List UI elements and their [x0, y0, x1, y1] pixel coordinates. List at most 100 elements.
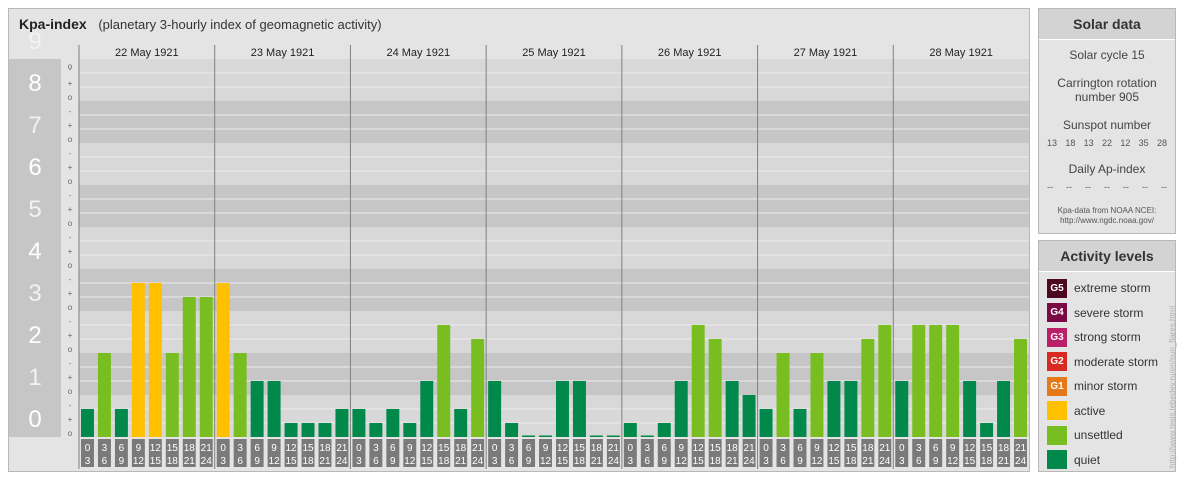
kp-bar [403, 423, 417, 437]
legend-item-minor-storm: G1 minor storm [1039, 374, 1175, 399]
interval-start-label: 6 [797, 443, 803, 454]
interval-start-label: 0 [899, 443, 905, 454]
interval-end-label: 18 [167, 456, 179, 467]
interval-start-label: 0 [763, 443, 769, 454]
y-minor-tick-label: o [68, 219, 73, 228]
interval-end-label: 24 [472, 456, 484, 467]
kp-bar [267, 381, 281, 437]
kp-bar [182, 297, 196, 437]
kp-bar [216, 282, 230, 437]
interval-end-label: 18 [438, 456, 450, 467]
interval-start-label: 3 [780, 443, 786, 454]
kp-bar [674, 381, 688, 437]
interval-end-label: 21 [862, 456, 874, 467]
legend-label: quiet [1074, 452, 1101, 467]
interval-end-label: 24 [1015, 456, 1027, 467]
y-minor-tick-label: - [69, 317, 72, 326]
interval-end-label: 12 [540, 456, 552, 467]
kp-bar [454, 408, 468, 437]
kp-bar [539, 435, 552, 437]
interval-start-label: 18 [184, 443, 196, 454]
interval-start-label: 21 [879, 443, 891, 454]
day-label: 27 May 1921 [794, 47, 858, 59]
interval-end-label: 24 [201, 456, 213, 467]
kp-bar [488, 381, 502, 437]
interval-end-label: 6 [645, 456, 651, 467]
interval-start-label: 6 [390, 443, 396, 454]
interval-start-label: 21 [201, 443, 213, 454]
interval-start-label: 0 [492, 443, 498, 454]
interval-start-label: 18 [591, 443, 603, 454]
kp-bar [420, 381, 434, 437]
interval-start-label: 18 [727, 443, 739, 454]
kp-bar [980, 423, 994, 437]
interval-start-label: 21 [472, 443, 484, 454]
interval-start-label: 18 [319, 443, 331, 454]
kp-bar [776, 353, 790, 437]
kp-bar [810, 353, 824, 437]
interval-start-label: 12 [285, 443, 297, 454]
y-minor-tick-label: o [68, 345, 73, 354]
interval-end-label: 3 [220, 456, 226, 467]
kp-band [79, 143, 1029, 185]
sunspot-value: 18 [1065, 138, 1076, 148]
sunspot-values: 13 18 13 22 12 35 28 [1039, 138, 1175, 148]
legend-label: severe storm [1074, 305, 1144, 320]
y-minor-tick-label: + [68, 373, 73, 382]
y-minor-tick-label: + [68, 79, 73, 88]
legend-item-unsettled: unsettled [1039, 423, 1175, 448]
ap-value: -- [1104, 182, 1110, 192]
ap-value: -- [1142, 182, 1148, 192]
kp-bar [691, 324, 705, 437]
interval-start-label: 3 [645, 443, 651, 454]
kp-bar [759, 408, 773, 437]
interval-end-label: 3 [492, 456, 498, 467]
legend-swatch [1047, 401, 1067, 421]
kp-bar [250, 381, 264, 437]
interval-end-label: 9 [254, 456, 260, 467]
interval-end-label: 15 [285, 456, 297, 467]
day-label: 26 May 1921 [658, 47, 722, 59]
interval-start-label: 3 [373, 443, 379, 454]
interval-start-label: 9 [814, 443, 820, 454]
kp-band [79, 227, 1029, 269]
interval-end-label: 6 [237, 456, 243, 467]
data-source-line1: Kpa-data from NOAA NCEI: [1057, 206, 1157, 215]
sunspot-value: 12 [1120, 138, 1131, 148]
ap-value: -- [1085, 182, 1091, 192]
y-minor-tick-label: - [69, 359, 72, 368]
kp-bar [233, 353, 247, 437]
interval-end-label: 18 [710, 456, 722, 467]
interval-start-label: 21 [1015, 443, 1027, 454]
interval-start-label: 6 [661, 443, 667, 454]
kp-bar [556, 381, 569, 437]
y-minor-tick-label: + [68, 205, 73, 214]
interval-end-label: 6 [509, 456, 515, 467]
interval-start-label: 0 [220, 443, 226, 454]
interval-end-label: 12 [811, 456, 823, 467]
interval-end-label: 15 [150, 456, 162, 467]
kp-bar [1014, 339, 1027, 437]
y-minor-tick-label: + [68, 331, 73, 340]
y-minor-tick-label: o [68, 303, 73, 312]
interval-start-label: 3 [916, 443, 922, 454]
legend-label: moderate storm [1074, 354, 1159, 369]
legend-swatch [1047, 425, 1067, 445]
interval-end-label: 3 [356, 456, 362, 467]
legend-label: minor storm [1074, 379, 1138, 394]
sunspot-value: 28 [1156, 138, 1167, 148]
data-source-link[interactable]: http://www.ngdc.noaa.gov/ [1039, 216, 1175, 226]
interval-end-label: 9 [933, 456, 939, 467]
interval-end-label: 24 [744, 456, 756, 467]
interval-start-label: 15 [167, 443, 179, 454]
kp-bar [505, 423, 519, 437]
legend-item-extreme-storm: G5 extreme storm [1039, 276, 1175, 301]
interval-end-label: 15 [964, 456, 976, 467]
y-major-tick-label: 0 [28, 406, 41, 433]
sunspot-value: 35 [1138, 138, 1149, 148]
y-major-tick-label: 2 [28, 322, 41, 349]
legend-label: active [1074, 403, 1106, 418]
kp-bar-chart: 0123456789o+-o+-o+-o+-o+-o+-o+-o+-o+-o22… [9, 28, 1029, 469]
kp-bar [742, 395, 756, 437]
interval-end-label: 3 [763, 456, 769, 467]
